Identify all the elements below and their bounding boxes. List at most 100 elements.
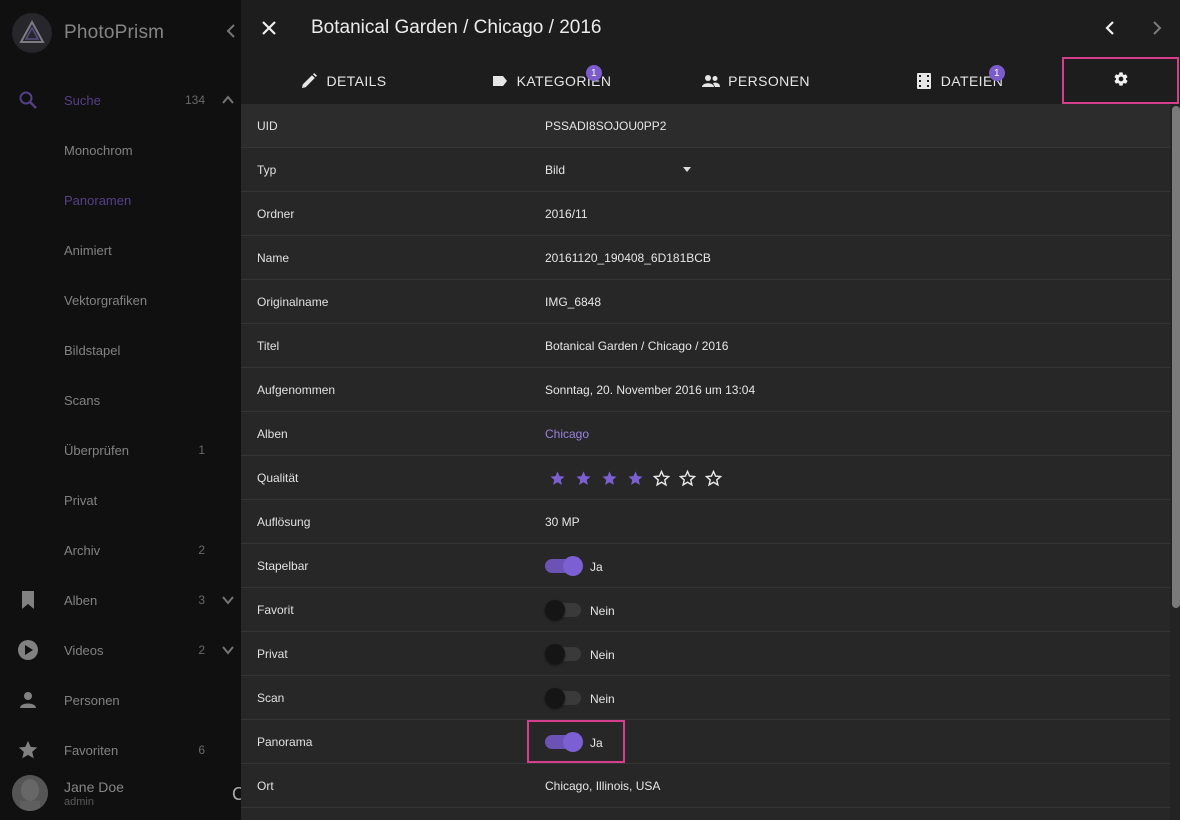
photoprism-logo-icon — [12, 13, 52, 53]
sidebar-item-personen[interactable]: Personen — [0, 680, 241, 720]
chevron-up-icon[interactable] — [219, 91, 237, 109]
original-name-value: IMG_6848 — [545, 295, 602, 309]
field-label: Ort — [257, 779, 274, 793]
field-label: Titel — [257, 339, 280, 353]
type-select[interactable]: Bild — [545, 163, 565, 177]
chevron-right-icon — [1153, 21, 1162, 35]
field-row-scan: Scan Nein — [241, 676, 1170, 720]
quality-rating — [547, 468, 729, 488]
tab-settings[interactable] — [1062, 57, 1179, 104]
star-outline-icon[interactable] — [677, 468, 697, 488]
sidebar-item-scans[interactable]: Scans — [0, 380, 241, 420]
sidebar-item-label: Animiert — [64, 242, 112, 258]
tab-details[interactable]: DETAILS — [241, 57, 446, 104]
sidebar-item-videos[interactable]: Videos 2 — [0, 630, 241, 670]
field-label: Aufgenommen — [257, 383, 336, 397]
field-row-folder: Ordner 2016/11 — [241, 192, 1170, 236]
scan-toggle[interactable] — [545, 688, 583, 708]
dialog-tabs: DETAILS KATEGORIEN 1 PERSONEN DATEIEN 1 — [241, 57, 1180, 104]
sidebar-item-animiert[interactable]: Animiert — [0, 230, 241, 270]
label-icon — [491, 72, 509, 90]
sidebar-item-label: Monochrom — [64, 142, 133, 158]
field-row-title: Titel Botanical Garden / Chicago / 2016 — [241, 324, 1170, 368]
field-row-name: Name 20161120_190408_6D181BCB — [241, 236, 1170, 280]
user-profile[interactable]: Jane Doe admin — [12, 775, 124, 811]
dropdown-arrow-icon[interactable] — [683, 167, 691, 172]
field-row-panorama: Panorama Ja — [241, 720, 1170, 764]
resolution-value: 30 MP — [545, 515, 580, 529]
user-role: admin — [64, 795, 94, 808]
sidebar-item-label: Panoramen — [64, 192, 132, 208]
field-row-stackable: Stapelbar Ja — [241, 544, 1170, 588]
tab-dateien[interactable]: DATEIEN 1 — [856, 57, 1062, 104]
taken-value: Sonntag, 20. November 2016 um 13:04 — [545, 383, 756, 397]
stackable-toggle[interactable] — [545, 556, 583, 576]
sidebar-item-archiv[interactable]: Archiv 2 — [0, 530, 241, 570]
field-row-original-name: Originalname IMG_6848 — [241, 280, 1170, 324]
tab-personen[interactable]: PERSONEN — [656, 57, 856, 104]
star-outline-icon[interactable] — [703, 468, 723, 488]
next-photo-button[interactable] — [1146, 17, 1168, 39]
private-toggle[interactable] — [545, 644, 583, 664]
sidebar-item-vektorgrafiken[interactable]: Vektorgrafiken — [0, 280, 241, 320]
favorite-toggle[interactable] — [545, 600, 583, 620]
album-link[interactable]: Chicago — [545, 427, 589, 441]
dialog-title: Botanical Garden / Chicago / 2016 — [311, 17, 602, 38]
sidebar-item-count: 3 — [198, 593, 205, 607]
field-row-location: Ort Chicago, Illinois, USA — [241, 764, 1170, 808]
sidebar-item-bildstapel[interactable]: Bildstapel — [0, 330, 241, 370]
field-label: Name — [257, 251, 290, 265]
count-badge: 1 — [989, 65, 1005, 81]
user-name: Jane Doe — [64, 778, 124, 795]
sidebar-item-panoramen[interactable]: Panoramen — [0, 180, 241, 220]
sidebar-item-label: Personen — [64, 692, 120, 708]
photo-edit-dialog: Botanical Garden / Chicago / 2016 DETAIL… — [241, 0, 1180, 820]
field-row-uid: UID PSSADI8SOJOU0PP2 — [241, 104, 1170, 148]
star-filled-icon[interactable] — [599, 468, 619, 488]
tab-kategorien[interactable]: KATEGORIEN 1 — [446, 57, 656, 104]
star-filled-icon[interactable] — [573, 468, 593, 488]
sidebar-item-privat[interactable]: Privat — [0, 480, 241, 520]
sidebar-item-monochrom[interactable]: Monochrom — [0, 130, 241, 170]
field-row-favorite: Favorit Nein — [241, 588, 1170, 632]
sidebar-item-label: Privat — [64, 492, 98, 508]
sidebar-item-alben[interactable]: Alben 3 — [0, 580, 241, 620]
avatar — [12, 775, 48, 811]
close-icon — [262, 21, 276, 35]
field-label: Stapelbar — [257, 559, 309, 573]
field-label: Scan — [257, 691, 285, 705]
star-outline-icon[interactable] — [651, 468, 671, 488]
location-value: Chicago, Illinois, USA — [545, 779, 661, 793]
sidebar-item-count: 2 — [198, 643, 205, 657]
collapse-sidebar-button[interactable] — [224, 22, 242, 44]
toggle-state-label: Nein — [590, 692, 615, 706]
sidebar-item-ueberpruefen[interactable]: Überprüfen 1 — [0, 430, 241, 470]
pencil-icon — [300, 72, 318, 90]
field-label: Ordner — [257, 207, 295, 221]
chevron-down-icon[interactable] — [219, 591, 237, 609]
scrollbar[interactable] — [1170, 104, 1180, 820]
sidebar-item-count: 1 — [198, 443, 205, 457]
field-label: UID — [257, 119, 278, 133]
sidebar-item-count: 2 — [198, 543, 205, 557]
previous-photo-button[interactable] — [1099, 17, 1121, 39]
scrollbar-thumb[interactable] — [1172, 106, 1180, 608]
field-row-albums: Alben Chicago — [241, 412, 1170, 456]
close-button[interactable] — [257, 16, 281, 40]
chevron-down-icon[interactable] — [219, 641, 237, 659]
brand[interactable]: PhotoPrism — [12, 12, 164, 54]
play-circle-icon — [17, 639, 39, 661]
field-label: Originalname — [257, 295, 329, 309]
field-row-private: Privat Nein — [241, 632, 1170, 676]
star-filled-icon[interactable] — [547, 468, 567, 488]
star-filled-icon[interactable] — [625, 468, 645, 488]
field-row-type: Typ Bild — [241, 148, 1170, 192]
sidebar-item-label: Alben — [64, 592, 98, 608]
bookmark-icon — [17, 589, 39, 611]
sidebar-item-favoriten[interactable]: Favoriten 6 — [0, 730, 241, 770]
sidebar-item-suche[interactable]: Suche 134 — [0, 80, 241, 120]
field-label: Typ — [257, 163, 277, 177]
field-label: Privat — [257, 647, 288, 661]
field-label: Qualität — [257, 471, 299, 485]
field-row-resolution: Auflösung 30 MP — [241, 500, 1170, 544]
